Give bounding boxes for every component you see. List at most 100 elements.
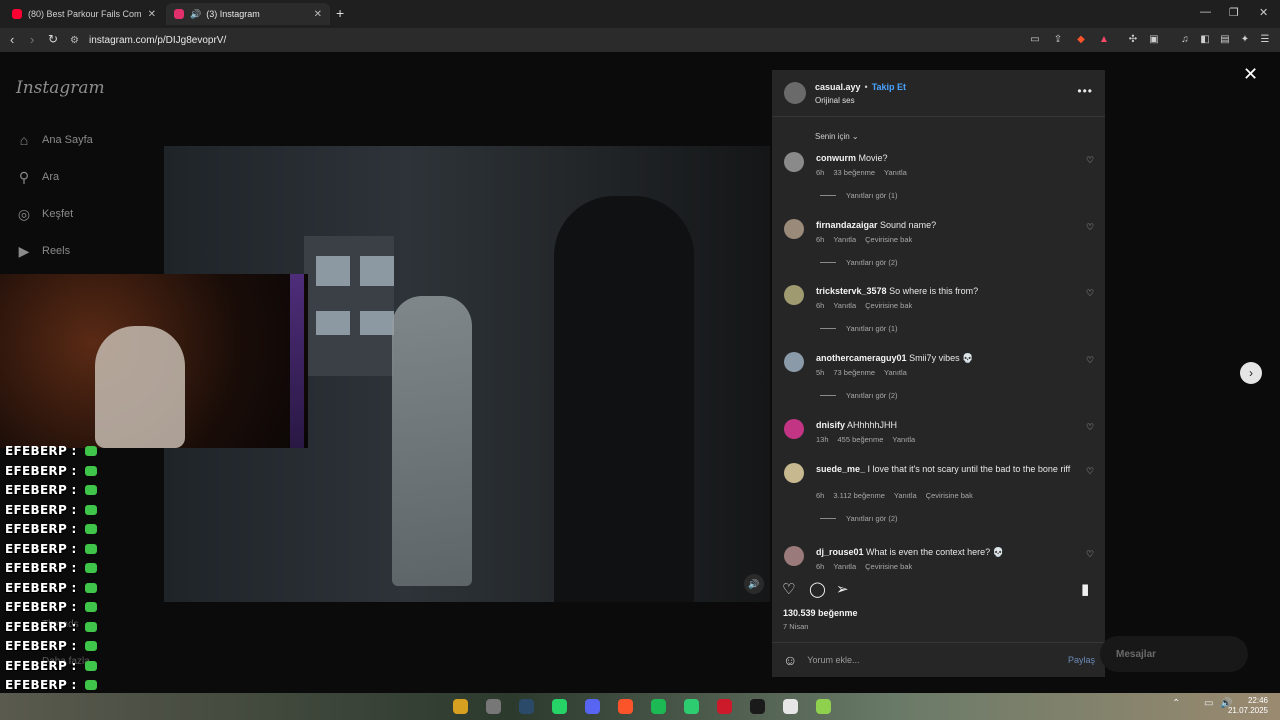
minimize-button[interactable]: — bbox=[1200, 6, 1211, 18]
back-button[interactable]: ‹ bbox=[10, 32, 14, 47]
wallet-icon[interactable]: ▤ bbox=[1218, 33, 1232, 47]
view-replies-button[interactable]: Yanıtları gör (2) bbox=[820, 514, 898, 523]
comment-icon[interactable]: ◯ bbox=[809, 580, 826, 598]
comment-username[interactable]: suede_me_ bbox=[816, 464, 865, 474]
share-icon[interactable]: ➢ bbox=[836, 580, 849, 598]
speaker-icon[interactable]: 🔊 bbox=[190, 9, 201, 20]
close-post-button[interactable]: ✕ bbox=[1243, 64, 1258, 85]
reload-button[interactable]: ↻ bbox=[48, 32, 58, 46]
comment-meta-action[interactable]: Çevirisine bak bbox=[926, 491, 973, 500]
view-replies-button[interactable]: Yanıtları gör (1) bbox=[820, 191, 898, 200]
comment-meta-action[interactable]: 455 beğenme bbox=[838, 435, 884, 444]
avatar[interactable] bbox=[784, 463, 804, 483]
follow-button[interactable]: Takip Et bbox=[872, 82, 906, 92]
avatar[interactable] bbox=[784, 546, 804, 566]
restore-button[interactable]: ❐ bbox=[1229, 6, 1239, 19]
nav-explore[interactable]: ◎ Keşfet bbox=[16, 206, 73, 222]
next-post-button[interactable]: › bbox=[1240, 362, 1262, 384]
instagram-logo[interactable]: Instagram bbox=[16, 78, 105, 98]
avatar[interactable] bbox=[784, 152, 804, 172]
taskbar-app-icon[interactable] bbox=[684, 699, 699, 714]
comment-meta-action[interactable]: Yanıtla bbox=[833, 235, 856, 244]
comment-meta-action[interactable]: Yanıtla bbox=[833, 301, 856, 310]
like-comment-icon[interactable]: ♡ bbox=[1086, 355, 1094, 366]
avatar[interactable] bbox=[784, 419, 804, 439]
taskbar-app-icon[interactable] bbox=[552, 699, 567, 714]
like-comment-icon[interactable]: ♡ bbox=[1086, 549, 1094, 560]
close-icon[interactable]: ✕ bbox=[148, 9, 156, 20]
avatar[interactable] bbox=[784, 285, 804, 305]
comment-meta-action[interactable]: Yanıtla bbox=[884, 168, 907, 177]
post-comment-button[interactable]: Paylaş bbox=[1068, 655, 1095, 665]
taskbar-app-icon[interactable] bbox=[717, 699, 732, 714]
new-tab-button[interactable]: + bbox=[336, 5, 344, 21]
comment-meta-action[interactable]: Çevirisine bak bbox=[865, 301, 912, 310]
comment-meta-action[interactable]: 73 beğenme bbox=[833, 368, 875, 377]
comment-meta-action[interactable]: Yanıtla bbox=[884, 368, 907, 377]
mute-button[interactable]: 🔊 bbox=[744, 574, 764, 594]
window-close-button[interactable]: ✕ bbox=[1259, 6, 1268, 19]
taskbar-app-icon[interactable] bbox=[618, 699, 633, 714]
comment-username[interactable]: anothercameraguy01 bbox=[816, 353, 907, 363]
network-icon[interactable]: ▭ bbox=[1204, 698, 1213, 709]
avatar[interactable] bbox=[784, 352, 804, 372]
comment-meta-action[interactable]: Çevirisine bak bbox=[865, 562, 912, 571]
comment-username[interactable]: trickstervk_3578 bbox=[816, 286, 887, 296]
sidebar-icon[interactable]: ◧ bbox=[1198, 33, 1212, 47]
audio-label[interactable]: Orijinal ses bbox=[815, 96, 855, 105]
menu-icon[interactable]: ☰ bbox=[1258, 33, 1272, 47]
site-settings-icon[interactable]: ⚙ bbox=[70, 35, 79, 46]
tab-groups-icon[interactable]: ▣ bbox=[1147, 33, 1161, 47]
comment-username[interactable]: firnandazaigar bbox=[816, 220, 878, 230]
emoji-icon[interactable]: ☺ bbox=[783, 652, 797, 668]
messages-button[interactable]: Mesajlar bbox=[1100, 636, 1248, 672]
like-comment-icon[interactable]: ♡ bbox=[1086, 222, 1094, 233]
like-comment-icon[interactable]: ♡ bbox=[1086, 288, 1094, 299]
like-icon[interactable]: ♡ bbox=[782, 580, 795, 598]
brave-shield-icon[interactable]: ◆ bbox=[1074, 33, 1088, 47]
taskbar-app-icon[interactable] bbox=[486, 699, 501, 714]
like-comment-icon[interactable]: ♡ bbox=[1086, 422, 1094, 433]
like-count[interactable]: 130.539 beğenme bbox=[783, 608, 858, 618]
more-options-icon[interactable]: ••• bbox=[1077, 84, 1093, 98]
avatar[interactable] bbox=[784, 82, 806, 104]
taskbar-app-icon[interactable] bbox=[816, 699, 831, 714]
tab-youtube[interactable]: (80) Best Parkour Fails Compilation 2 ✕ bbox=[4, 3, 164, 25]
leo-ai-icon[interactable]: ✦ bbox=[1238, 33, 1252, 47]
avatar[interactable] bbox=[784, 219, 804, 239]
comment-meta-action[interactable]: Yanıtla bbox=[833, 562, 856, 571]
media-icon[interactable]: ♫ bbox=[1178, 33, 1192, 47]
post-username[interactable]: casual.ayy bbox=[815, 82, 861, 92]
comment-sort-dropdown[interactable]: Senin için ⌄ bbox=[815, 132, 859, 141]
view-replies-button[interactable]: Yanıtları gör (2) bbox=[820, 258, 898, 267]
extensions-icon[interactable]: ✣ bbox=[1126, 33, 1140, 47]
taskbar-app-icon[interactable] bbox=[453, 699, 468, 714]
tray-chevron-icon[interactable]: ⌃ bbox=[1172, 698, 1180, 709]
close-icon[interactable]: ✕ bbox=[314, 9, 322, 20]
comment-username[interactable]: dj_rouse01 bbox=[816, 547, 864, 557]
comment-meta-action[interactable]: Yanıtla bbox=[892, 435, 915, 444]
comment-meta-action[interactable]: Yanıtla bbox=[894, 491, 917, 500]
taskbar-app-icon[interactable] bbox=[519, 699, 534, 714]
comment-meta-action[interactable]: 33 beğenme bbox=[833, 168, 875, 177]
view-replies-button[interactable]: Yanıtları gör (1) bbox=[820, 324, 898, 333]
comment-meta-action[interactable]: Çevirisine bak bbox=[865, 235, 912, 244]
nav-search[interactable]: ⚲ Ara bbox=[16, 169, 59, 185]
comment-input[interactable]: Yorum ekle... bbox=[807, 655, 1068, 665]
taskbar-app-icon[interactable] bbox=[750, 699, 765, 714]
tab-instagram[interactable]: 🔊 (3) Instagram ✕ bbox=[166, 3, 330, 25]
comment-username[interactable]: dnisify bbox=[816, 420, 845, 430]
url-field[interactable]: ⚙ instagram.com/p/DIJg8evoprV/ bbox=[70, 31, 1050, 49]
screen-cast-icon[interactable]: ▭ bbox=[1028, 33, 1042, 47]
like-comment-icon[interactable]: ♡ bbox=[1086, 466, 1094, 477]
like-comment-icon[interactable]: ♡ bbox=[1086, 155, 1094, 166]
share-icon[interactable]: ⇪ bbox=[1051, 33, 1065, 47]
view-replies-button[interactable]: Yanıtları gör (2) bbox=[820, 391, 898, 400]
nav-home[interactable]: ⌂ Ana Sayfa bbox=[16, 132, 93, 148]
taskbar-clock[interactable]: 22:46 21.07.2025 bbox=[1228, 696, 1268, 716]
comment-meta-action[interactable]: 3.112 beğenme bbox=[833, 491, 885, 500]
taskbar-app-icon[interactable] bbox=[783, 699, 798, 714]
comment-username[interactable]: conwurm bbox=[816, 153, 856, 163]
taskbar-app-icon[interactable] bbox=[651, 699, 666, 714]
bookmark-icon[interactable]: ▮ bbox=[1081, 580, 1089, 598]
